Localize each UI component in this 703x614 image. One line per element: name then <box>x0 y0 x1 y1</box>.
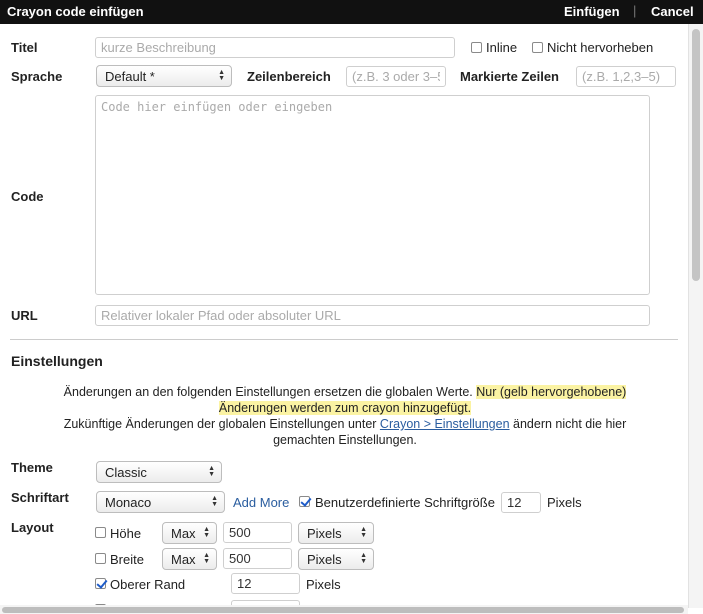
layout-label: Layout <box>11 520 54 535</box>
select-arrows-icon: ▲ ▼ <box>211 495 218 508</box>
titlebar-separator: | <box>633 3 637 18</box>
settings-note-line1: Änderungen an den folgenden Einstellunge… <box>30 385 660 399</box>
width-label: Breite <box>110 552 144 567</box>
note-text-4: gemachten Einstellungen. <box>273 433 417 447</box>
top-margin-input[interactable] <box>231 573 300 594</box>
height-mode-select[interactable]: Max ▲ ▼ <box>162 522 217 544</box>
dialog-title: Crayon code einfügen <box>7 4 144 19</box>
section-divider <box>10 339 678 340</box>
settings-note-line2: Änderungen werden zum crayon hinzugefügt… <box>30 401 660 415</box>
settings-link[interactable]: Crayon > Einstellungen <box>380 417 510 431</box>
line-range-input[interactable] <box>346 66 446 87</box>
no-highlight-label: Nicht hervorheben <box>547 40 654 55</box>
font-select-value: Monaco <box>105 495 152 510</box>
insert-button[interactable]: Einfügen <box>564 4 620 19</box>
marked-lines-input[interactable] <box>576 66 676 87</box>
cancel-button[interactable]: Cancel <box>651 4 694 19</box>
width-input[interactable] <box>223 548 292 569</box>
select-arrows-icon: ▲ ▼ <box>203 526 210 539</box>
dialog-titlebar: Crayon code einfügen Einfügen | Cancel <box>0 0 703 24</box>
note-text-3b: ändern nicht die hier <box>513 417 627 431</box>
language-select-value: Default * <box>105 69 155 84</box>
settings-note-line3: Zukünftige Änderungen der globalen Einst… <box>30 417 660 431</box>
select-arrows-icon: ▲ ▼ <box>360 526 367 539</box>
font-select[interactable]: Monaco ▲ ▼ <box>96 491 225 513</box>
width-unit-value: Pixels <box>307 552 342 567</box>
language-select[interactable]: Default * ▲ ▼ <box>96 65 232 87</box>
vertical-scrollbar-thumb[interactable] <box>692 29 700 281</box>
top-margin-checkbox[interactable] <box>95 578 106 589</box>
custom-font-size-checkbox[interactable] <box>299 496 310 507</box>
font-label: Schriftart <box>11 490 69 505</box>
note-highlight-a: Nur (gelb hervorgehobene) <box>476 385 627 399</box>
select-arrows-icon: ▲ ▼ <box>203 552 210 565</box>
height-input[interactable] <box>223 522 292 543</box>
height-unit-select[interactable]: Pixels ▲ ▼ <box>298 522 374 544</box>
no-highlight-checkbox[interactable] <box>532 42 543 53</box>
top-margin-unit: Pixels <box>306 577 341 592</box>
select-arrows-icon: ▲ ▼ <box>218 69 225 82</box>
select-arrows-icon: ▲ ▼ <box>208 465 215 478</box>
url-label: URL <box>11 308 38 323</box>
width-checkbox[interactable] <box>95 553 106 564</box>
note-highlight-b: Änderungen werden zum crayon hinzugefügt… <box>218 401 472 415</box>
url-input[interactable] <box>95 305 650 326</box>
line-range-label: Zeilenbereich <box>247 69 331 84</box>
settings-note-line4: gemachten Einstellungen. <box>30 433 660 447</box>
theme-label: Theme <box>11 460 53 475</box>
width-mode-select[interactable]: Max ▲ ▼ <box>162 548 217 570</box>
theme-select-value: Classic <box>105 465 147 480</box>
horizontal-scrollbar-thumb[interactable] <box>2 607 684 613</box>
marked-lines-label: Markierte Zeilen <box>460 69 559 84</box>
height-checkbox[interactable] <box>95 527 106 538</box>
code-label: Code <box>11 189 44 204</box>
note-text-3a: Zukünftige Änderungen der globalen Einst… <box>63 417 377 431</box>
title-input[interactable] <box>95 37 455 58</box>
note-text-1: Änderungen an den folgenden Einstellunge… <box>63 385 473 399</box>
add-more-link[interactable]: Add More <box>233 495 289 510</box>
height-label: Höhe <box>110 526 142 541</box>
font-size-unit: Pixels <box>547 495 582 510</box>
custom-font-size-label: Benutzerdefinierte Schriftgröße <box>315 495 495 510</box>
settings-heading: Einstellungen <box>11 353 103 369</box>
height-mode-value: Max <box>171 526 196 541</box>
top-margin-label: Oberer Rand <box>110 577 186 592</box>
font-size-input[interactable] <box>501 492 541 513</box>
inline-checkbox[interactable] <box>471 42 482 53</box>
inline-label: Inline <box>486 40 518 55</box>
language-label: Sprache <box>11 69 63 84</box>
height-unit-value: Pixels <box>307 526 342 541</box>
code-textarea[interactable] <box>95 95 650 295</box>
width-mode-value: Max <box>171 552 196 567</box>
title-label: Titel <box>11 40 38 55</box>
theme-select[interactable]: Classic ▲ ▼ <box>96 461 222 483</box>
vertical-scrollbar[interactable] <box>688 24 703 608</box>
dialog-content: Titel Inline Nicht hervorheben Sprache D… <box>0 24 688 608</box>
select-arrows-icon: ▲ ▼ <box>360 552 367 565</box>
horizontal-scrollbar[interactable] <box>0 605 688 614</box>
width-unit-select[interactable]: Pixels ▲ ▼ <box>298 548 374 570</box>
